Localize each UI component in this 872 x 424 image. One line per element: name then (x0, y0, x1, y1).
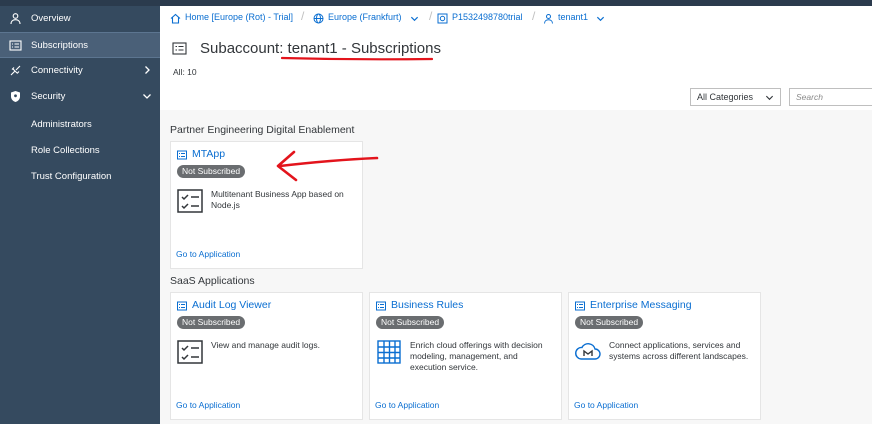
list-icon (575, 301, 585, 311)
go-to-application-link[interactable]: Go to Application (375, 400, 439, 410)
section-title: SaaS Applications (170, 275, 255, 287)
chevron-down-icon (143, 94, 151, 99)
status-badge: Not Subscribed (575, 316, 644, 329)
breadcrumb-separator: / (301, 9, 305, 23)
breadcrumb-subaccount[interactable]: tenant1 (558, 12, 588, 22)
go-to-application-link[interactable]: Go to Application (176, 400, 240, 410)
list-icon (177, 301, 187, 311)
list-icon (172, 42, 187, 55)
breadcrumb-home[interactable]: Home [Europe (Rot) - Trial] (185, 12, 293, 22)
sidebar-item-label: Security (31, 91, 66, 102)
status-badge: Not Subscribed (177, 165, 246, 178)
sidebar-item-label: Role Collections (31, 145, 100, 156)
global-account-icon (437, 13, 448, 24)
tile-title[interactable]: MTApp (192, 148, 225, 160)
sidebar-item-subscriptions[interactable]: Subscriptions (0, 32, 160, 58)
section-title: Partner Engineering Digital Enablement (170, 124, 355, 136)
sidebar-item-trust-configuration[interactable]: Trust Configuration (0, 164, 160, 190)
connectivity-icon (10, 65, 21, 76)
chevron-right-icon (145, 66, 150, 74)
sidebar-item-administrators[interactable]: Administrators (0, 112, 160, 138)
item-count: All: 10 (173, 67, 197, 77)
breadcrumb-separator: / (532, 9, 536, 23)
chevron-down-icon[interactable] (596, 14, 605, 23)
app-tile-business-rules[interactable]: Business Rules Not Subscribed Enrich clo… (369, 292, 562, 420)
chevron-down-icon (765, 95, 774, 101)
category-select-value: All Categories (697, 92, 754, 102)
cloud-messaging-icon (575, 343, 601, 360)
tile-title[interactable]: Enterprise Messaging (590, 299, 692, 311)
status-badge: Not Subscribed (177, 316, 246, 329)
category-select[interactable]: All Categories (690, 88, 781, 106)
sidebar-item-label: Subscriptions (31, 40, 89, 51)
sidebar-item-overview[interactable]: Overview (0, 6, 160, 32)
globe-icon (313, 13, 324, 24)
sidebar-item-label: Connectivity (31, 65, 83, 76)
grid-table-icon (377, 340, 401, 364)
checklist-icon (177, 189, 203, 213)
app-tile-enterprise-messaging[interactable]: Enterprise Messaging Not Subscribed Conn… (568, 292, 761, 420)
main-content: Home [Europe (Rot) - Trial] / Europe (Fr… (160, 0, 872, 424)
page-title: Subaccount: tenant1 - Subscriptions (200, 40, 441, 57)
status-badge: Not Subscribed (376, 316, 445, 329)
tile-description: Enrich cloud offerings with decision mod… (410, 340, 543, 372)
annotation-underline (281, 56, 433, 61)
people-icon (544, 14, 553, 24)
people-icon (10, 13, 21, 25)
annotation-arrow (276, 150, 379, 182)
sidebar-item-label: Overview (31, 13, 71, 24)
page-header: Home [Europe (Rot) - Trial] / Europe (Fr… (160, 0, 872, 110)
tile-description: Multitenant Business App based on Node.j… (211, 189, 344, 210)
go-to-application-link[interactable]: Go to Application (574, 400, 638, 410)
tile-title[interactable]: Audit Log Viewer (192, 299, 271, 311)
app-tile-audit-log-viewer[interactable]: Audit Log Viewer Not Subscribed View and… (170, 292, 363, 420)
top-strip (0, 0, 872, 6)
search-input[interactable] (789, 88, 872, 106)
list-icon (376, 301, 386, 311)
checklist-icon (177, 340, 203, 364)
go-to-application-link[interactable]: Go to Application (176, 249, 240, 259)
list-icon (9, 40, 22, 51)
tile-description: Connect applications, services and syste… (609, 340, 749, 361)
list-icon (177, 150, 187, 160)
home-icon (170, 13, 181, 24)
breadcrumb-account[interactable]: P1532498780trial (452, 12, 523, 22)
sidebar-item-role-collections[interactable]: Role Collections (0, 138, 160, 164)
tile-description: View and manage audit logs. (211, 340, 321, 350)
sidebar-item-security[interactable]: Security (0, 84, 160, 110)
breadcrumb-separator: / (429, 9, 433, 23)
tile-title[interactable]: Business Rules (391, 299, 463, 311)
shield-icon (11, 91, 20, 102)
sidebar-item-label: Trust Configuration (31, 171, 112, 182)
sidebar-item-label: Administrators (31, 119, 92, 130)
sidebar-item-connectivity[interactable]: Connectivity (0, 58, 160, 84)
sidebar: Overview Subscriptions Connectivity Secu… (0, 0, 160, 424)
breadcrumb-region[interactable]: Europe (Frankfurt) (328, 12, 402, 22)
chevron-down-icon[interactable] (410, 14, 419, 23)
